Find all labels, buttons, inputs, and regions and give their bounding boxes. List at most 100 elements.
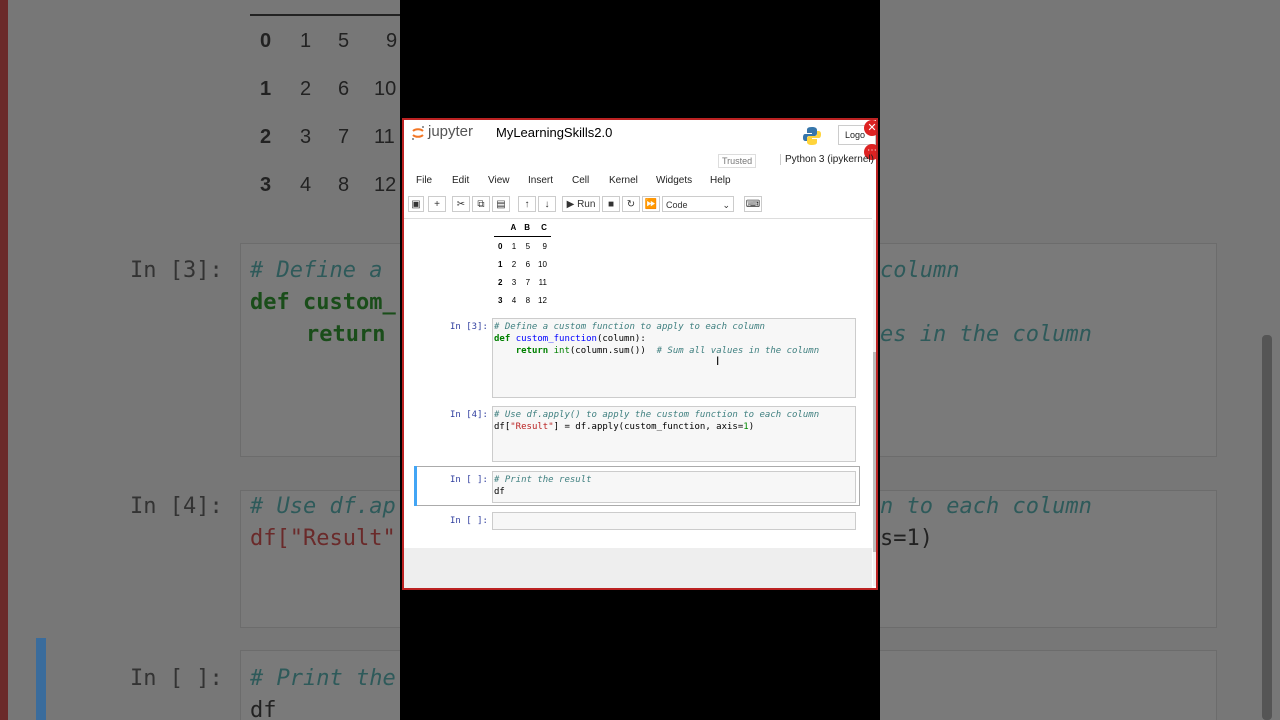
column-header: C <box>534 218 551 237</box>
bg-cell3-line3-right: es in the column <box>880 322 1092 347</box>
page-bottom <box>404 548 872 588</box>
kernel-name[interactable]: Python 3 (ipykernel) <box>780 154 874 165</box>
move-up-icon[interactable]: ↑ <box>518 196 536 212</box>
bg-cell3-line1-right: column <box>880 258 960 283</box>
cell6-prompt: In [ ]: <box>450 516 488 526</box>
code-keyword: def <box>494 334 511 344</box>
bg-selected-cell-bar <box>36 638 46 720</box>
cut-icon[interactable]: ✂ <box>452 196 470 212</box>
save-icon[interactable]: ▣ <box>408 196 424 212</box>
cell-type-select[interactable]: Code ⌄ <box>662 196 734 212</box>
menu-kernel[interactable]: Kernel <box>609 175 638 186</box>
row-index: 0 <box>498 241 503 251</box>
notebook-name[interactable]: MyLearningSkills2.0 <box>496 125 612 140</box>
table-cell: 9 <box>542 241 547 251</box>
bg-table-cell: 1 <box>300 30 312 52</box>
cell5-line2: df <box>494 487 505 497</box>
copy-icon[interactable]: ⧉ <box>472 196 490 212</box>
add-cell-icon[interactable]: + <box>428 196 446 212</box>
table-cell: 11 <box>538 277 547 287</box>
paste-icon[interactable]: ▤ <box>492 196 510 212</box>
code-function-name: custom_function <box>515 334 597 344</box>
python-logo-icon <box>803 127 821 145</box>
stop-icon[interactable]: ■ <box>602 196 620 212</box>
bg-table-cell: 7 <box>338 126 350 148</box>
cell6-input[interactable] <box>492 512 856 530</box>
table-cell: 8 <box>525 295 531 305</box>
code-comment: # Sum all values in the column <box>656 346 820 356</box>
run-button[interactable]: ▶ Run <box>562 196 600 212</box>
code-keyword: return <box>515 346 549 356</box>
bg-table-idx2: 2 <box>260 126 272 148</box>
toolbar: ▣ + ✂ ⧉ ▤ ↑ ↓ ▶ Run ■ ↻ ⏩ ⌨ <box>404 194 876 216</box>
table-cell: 4 <box>511 295 517 305</box>
move-down-icon[interactable]: ↓ <box>538 196 556 212</box>
menu-insert[interactable]: Insert <box>528 175 553 186</box>
bg-cell4-line1-right: n to each column <box>880 494 1092 519</box>
cell3-line3: return int(column.sum()) # Sum all value… <box>494 346 819 356</box>
menu-edit[interactable]: Edit <box>452 175 469 186</box>
jupyter-logo-text[interactable]: jupyter <box>428 123 473 140</box>
header: jupyter MyLearningSkills2.0 Logo ✕ ⋯ Tru… <box>404 120 876 168</box>
cell5-line1: # Print the result <box>494 475 592 485</box>
row-index: 3 <box>498 295 503 305</box>
bg-table-cell: 11 <box>374 126 395 148</box>
menu-help[interactable]: Help <box>710 175 731 186</box>
bg-cell4-prompt: In [4]: <box>130 494 223 519</box>
bg-table-cell: 8 <box>338 174 350 196</box>
table-corner <box>494 218 507 237</box>
jupyter-logo-icon <box>412 126 424 140</box>
table-cell: 12 <box>538 295 547 305</box>
close-icon[interactable]: ✕ <box>864 120 876 136</box>
code-text: ) <box>748 422 755 432</box>
bg-cell5-prompt: In [ ]: <box>130 666 223 691</box>
menu-widgets[interactable]: Widgets <box>656 175 692 186</box>
table-header-row: A B C <box>494 218 551 237</box>
bg-cell3-prompt: In [3]: <box>130 258 223 283</box>
bg-table-idx3: 3 <box>260 174 272 196</box>
notebook-scrollbar-thumb[interactable] <box>873 352 876 552</box>
row-index: 1 <box>498 259 503 269</box>
bg-table-idx0: 0 <box>260 30 272 52</box>
cell3-line2: def custom_function(column): <box>494 334 646 344</box>
bg-cell4-line1: # Use df.ap <box>250 494 396 519</box>
menubar: File Edit View Insert Cell Kernel Widget… <box>404 172 876 190</box>
bg-cell4-line2-right: s=1) <box>880 526 933 551</box>
dataframe-output: A B C 0 1 5 9 1 2 6 10 2 3 7 11 3 4 8 12 <box>494 218 551 309</box>
cell4-line2: df["Result"] = df.apply(custom_function,… <box>494 422 754 432</box>
text-cursor-icon: I <box>716 354 720 368</box>
bg-table-cell: 10 <box>374 78 397 100</box>
selected-cell-bar <box>414 466 417 506</box>
code-text: (column): <box>596 334 646 344</box>
code-text: ] = df.apply(custom_function, axis= <box>553 422 744 432</box>
trusted-badge[interactable]: Trusted <box>718 154 757 168</box>
row-index: 2 <box>498 277 503 287</box>
menu-file[interactable]: File <box>416 175 432 186</box>
menu-view[interactable]: View <box>488 175 510 186</box>
code-string: "Result" <box>510 422 554 432</box>
run-label: Run <box>577 199 596 210</box>
table-cell: 1 <box>511 241 517 251</box>
bg-cell5-line1: # Print the <box>250 666 396 691</box>
bg-table-cell: 2 <box>300 78 312 100</box>
fast-forward-icon[interactable]: ⏩ <box>642 196 660 212</box>
table-row: 2 3 7 11 <box>494 273 551 291</box>
keyboard-icon[interactable]: ⌨ <box>744 196 762 212</box>
bg-cell3-line2: def custom_ <box>250 290 396 315</box>
background-edge <box>0 0 8 720</box>
menu-cell[interactable]: Cell <box>572 175 589 186</box>
bg-cell4-line2: df["Result" <box>250 526 396 551</box>
bg-table-cell: 5 <box>338 30 350 52</box>
code-text: df[ <box>494 422 511 432</box>
chevron-down-icon: ⌄ <box>722 200 730 210</box>
table-cell: 5 <box>525 241 531 251</box>
cell3-line1: # Define a custom function to apply to e… <box>494 322 765 332</box>
bg-table-cell: 9 <box>386 30 398 52</box>
table-cell: 10 <box>538 259 547 269</box>
restart-icon[interactable]: ↻ <box>622 196 640 212</box>
bg-table-cell: 4 <box>300 174 312 196</box>
bg-cell5-line2: df <box>250 698 277 720</box>
cell4-line1: # Use df.apply() to apply the custom fun… <box>494 410 820 420</box>
bg-table-rule <box>250 14 400 16</box>
table-row: 1 2 6 10 <box>494 255 551 273</box>
